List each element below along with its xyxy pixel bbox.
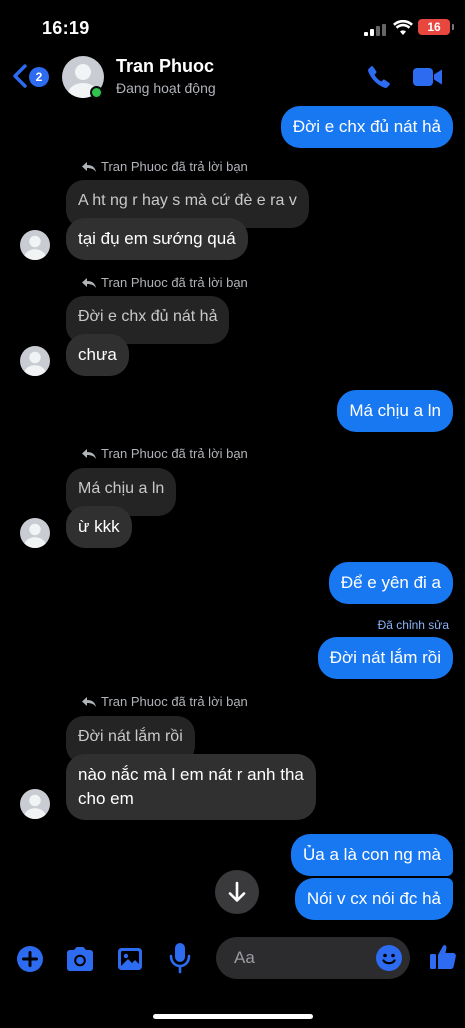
- avatar[interactable]: [20, 789, 50, 819]
- outgoing-message[interactable]: Đời nát lắm rồi: [317, 637, 453, 679]
- avatar-silhouette-icon: [24, 794, 46, 819]
- avatar[interactable]: [20, 518, 50, 548]
- microphone-icon[interactable]: [168, 942, 192, 974]
- thumbs-up-icon[interactable]: [428, 942, 458, 972]
- home-indicator: [153, 1014, 313, 1019]
- incoming-message[interactable]: ừ kkk: [66, 506, 132, 548]
- reply-arrow-icon: [82, 162, 96, 172]
- incoming-message[interactable]: chưa: [66, 334, 129, 376]
- plus-icon[interactable]: [16, 945, 44, 973]
- arrow-down-icon: [228, 881, 246, 902]
- incoming-message-line: nào nắc mà l em nát r anh tha: [78, 765, 304, 784]
- reply-label-text: Tran Phuoc đã trả lời bạn: [101, 159, 248, 174]
- avatar-silhouette-icon: [24, 351, 46, 376]
- avatar[interactable]: [20, 346, 50, 376]
- reply-label: Tran Phuoc đã trả lời bạn: [82, 159, 248, 174]
- avatar-silhouette-icon: [24, 235, 46, 260]
- incoming-message[interactable]: nào nắc mà l em nát r anh tha cho em: [66, 754, 316, 820]
- image-icon[interactable]: [116, 945, 144, 973]
- smiley-face-glyph: [382, 953, 396, 965]
- avatar-silhouette-icon: [24, 523, 46, 548]
- message-input-placeholder: Aa: [234, 948, 255, 967]
- composer-bar: Aa: [0, 930, 465, 990]
- reply-arrow-icon: [82, 449, 96, 459]
- message-input[interactable]: Aa: [216, 937, 410, 979]
- outgoing-message[interactable]: Ủa a là con ng mà: [291, 834, 453, 876]
- reply-label-text: Tran Phuoc đã trả lời bạn: [101, 275, 248, 290]
- avatar[interactable]: [20, 230, 50, 260]
- outgoing-message[interactable]: Để e yên đi a: [328, 562, 453, 604]
- emoji-icon[interactable]: [376, 945, 402, 971]
- outgoing-message[interactable]: Má chịu a ln: [337, 390, 453, 432]
- reply-arrow-icon: [82, 697, 96, 707]
- scroll-to-bottom-button[interactable]: [215, 870, 259, 914]
- reply-arrow-icon: [82, 278, 96, 288]
- edited-label: Đã chỉnh sửa: [377, 618, 449, 632]
- incoming-message[interactable]: tại đụ em sướng quá: [66, 218, 248, 260]
- incoming-message-line: cho em: [78, 789, 134, 808]
- reply-label-text: Tran Phuoc đã trả lời bạn: [101, 446, 248, 461]
- reply-label: Tran Phuoc đã trả lời bạn: [82, 275, 248, 290]
- outgoing-message[interactable]: Đời e chx đủ nát hả: [280, 106, 453, 148]
- reply-label: Tran Phuoc đã trả lời bạn: [82, 694, 248, 709]
- camera-icon[interactable]: [64, 945, 96, 973]
- reply-label-text: Tran Phuoc đã trả lời bạn: [101, 694, 248, 709]
- reply-label: Tran Phuoc đã trả lời bạn: [82, 446, 248, 461]
- outgoing-message[interactable]: Nói v cx nói đc hả: [294, 878, 453, 920]
